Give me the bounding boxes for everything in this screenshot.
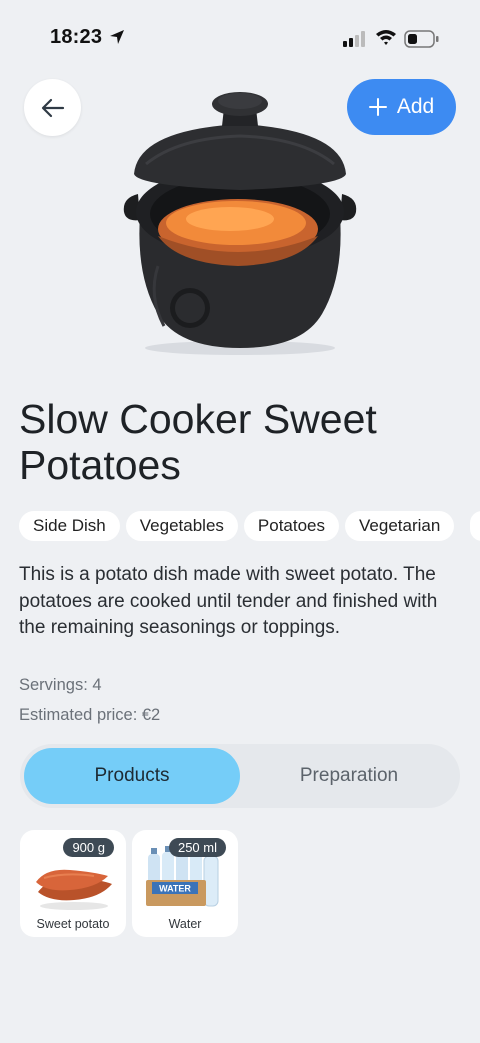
product-name: Sweet potato — [36, 917, 110, 931]
recipe-image — [123, 92, 357, 355]
arrow-left-icon — [41, 98, 64, 117]
tag-chip-overflow[interactable] — [470, 511, 480, 541]
status-time: 18:23 — [50, 26, 103, 48]
location-arrow-icon — [110, 30, 124, 44]
tag-list: Side Dish Vegetables Potatoes Vegetarian — [19, 511, 455, 541]
plus-icon — [368, 98, 387, 116]
tag-chip[interactable]: Vegetarian — [345, 511, 455, 541]
back-button[interactable] — [24, 79, 81, 136]
tag-chip[interactable]: Vegetables — [125, 511, 238, 541]
water-package-label: WATER — [159, 884, 191, 894]
recipe-title: Slow Cooker Sweet Potatoes — [19, 396, 377, 488]
add-button-label: Add — [396, 95, 435, 118]
wifi-icon — [376, 30, 396, 45]
quantity-badge: 900 g — [63, 838, 114, 857]
recipe-description: This is a potato dish made with sweet po… — [19, 564, 438, 638]
product-card-water[interactable]: WATER 250 ml Water — [132, 830, 238, 937]
quantity-badge: 250 ml — [168, 838, 226, 857]
segmented-tabs: Products Preparation — [20, 744, 460, 808]
product-card-sweet-potato[interactable]: 900 g Sweet potato — [20, 830, 126, 937]
tag-chip[interactable]: Side Dish — [19, 511, 120, 541]
tag-chip[interactable]: Potatoes — [243, 511, 340, 541]
sweet-potato-image — [36, 869, 112, 910]
estimated-price-text: Estimated price: €2 — [19, 706, 161, 724]
cellular-signal-icon — [343, 31, 365, 47]
tab-preparation[interactable]: Preparation — [242, 748, 456, 804]
battery-icon — [404, 30, 439, 48]
product-name: Water — [168, 917, 202, 931]
servings-text: Servings: 4 — [19, 676, 102, 694]
status-bar: 18:23 — [0, 0, 480, 78]
tab-products[interactable]: Products — [24, 748, 240, 804]
